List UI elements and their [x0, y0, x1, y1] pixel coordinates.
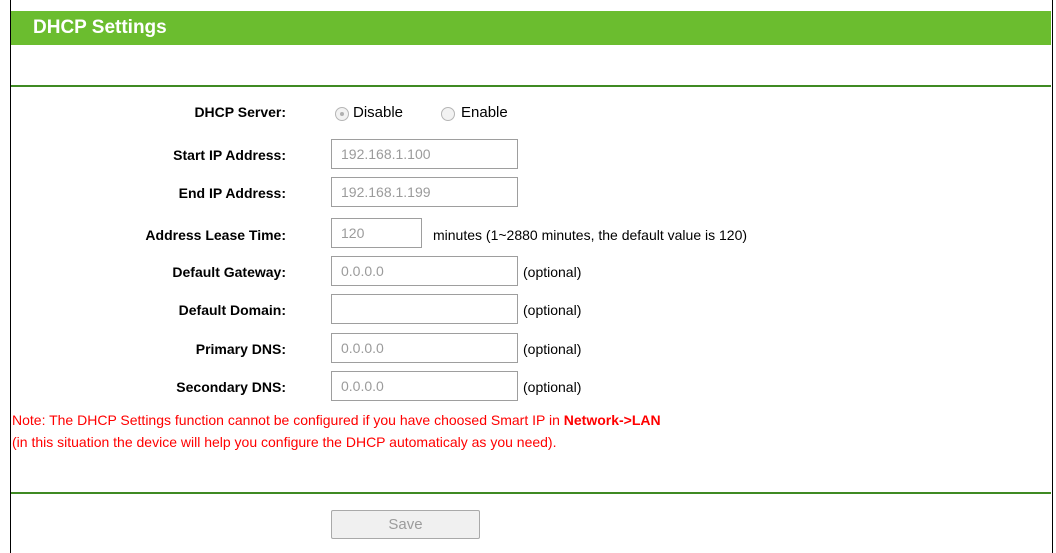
- start-ip-label: Start IP Address:: [173, 147, 286, 163]
- page-title: DHCP Settings: [33, 17, 167, 38]
- radio-enable[interactable]: [441, 107, 455, 121]
- save-button[interactable]: Save: [331, 510, 480, 539]
- radio-enable-label: Enable: [461, 104, 508, 121]
- end-ip-label: End IP Address:: [178, 185, 286, 201]
- default-domain-input[interactable]: [331, 294, 518, 324]
- note-line-2: (in this situation the device will help …: [12, 434, 557, 450]
- start-ip-input[interactable]: 192.168.1.100: [331, 139, 518, 169]
- default-gateway-hint: (optional): [523, 264, 582, 280]
- default-gateway-input[interactable]: 0.0.0.0: [331, 256, 518, 286]
- radio-disable[interactable]: [335, 107, 349, 121]
- primary-dns-label: Primary DNS:: [195, 341, 286, 357]
- primary-dns-hint: (optional): [523, 341, 582, 357]
- secondary-dns-hint: (optional): [523, 379, 582, 395]
- network-lan-link[interactable]: Network->LAN: [564, 412, 661, 428]
- lease-time-label: Address Lease Time:: [145, 227, 286, 243]
- note-line-1: Note: The DHCP Settings function cannot …: [12, 412, 661, 428]
- note-text: Note: The DHCP Settings function cannot …: [12, 412, 564, 428]
- default-domain-hint: (optional): [523, 302, 582, 318]
- dhcp-server-label: DHCP Server:: [194, 104, 286, 120]
- default-gateway-label: Default Gateway:: [172, 264, 286, 280]
- radio-disable-label: Disable: [353, 104, 404, 121]
- secondary-dns-label: Secondary DNS:: [176, 379, 286, 395]
- lease-time-hint: minutes (1~2880 minutes, the default val…: [433, 227, 748, 243]
- end-ip-input[interactable]: 192.168.1.199: [331, 177, 518, 207]
- section-header: DHCP Settings: [11, 11, 1051, 45]
- lease-time-input[interactable]: 120: [331, 218, 422, 248]
- divider-bottom: [11, 492, 1051, 494]
- divider-top: [11, 85, 1051, 87]
- secondary-dns-input[interactable]: 0.0.0.0: [331, 371, 518, 401]
- default-domain-label: Default Domain:: [178, 302, 286, 318]
- primary-dns-input[interactable]: 0.0.0.0: [331, 333, 518, 363]
